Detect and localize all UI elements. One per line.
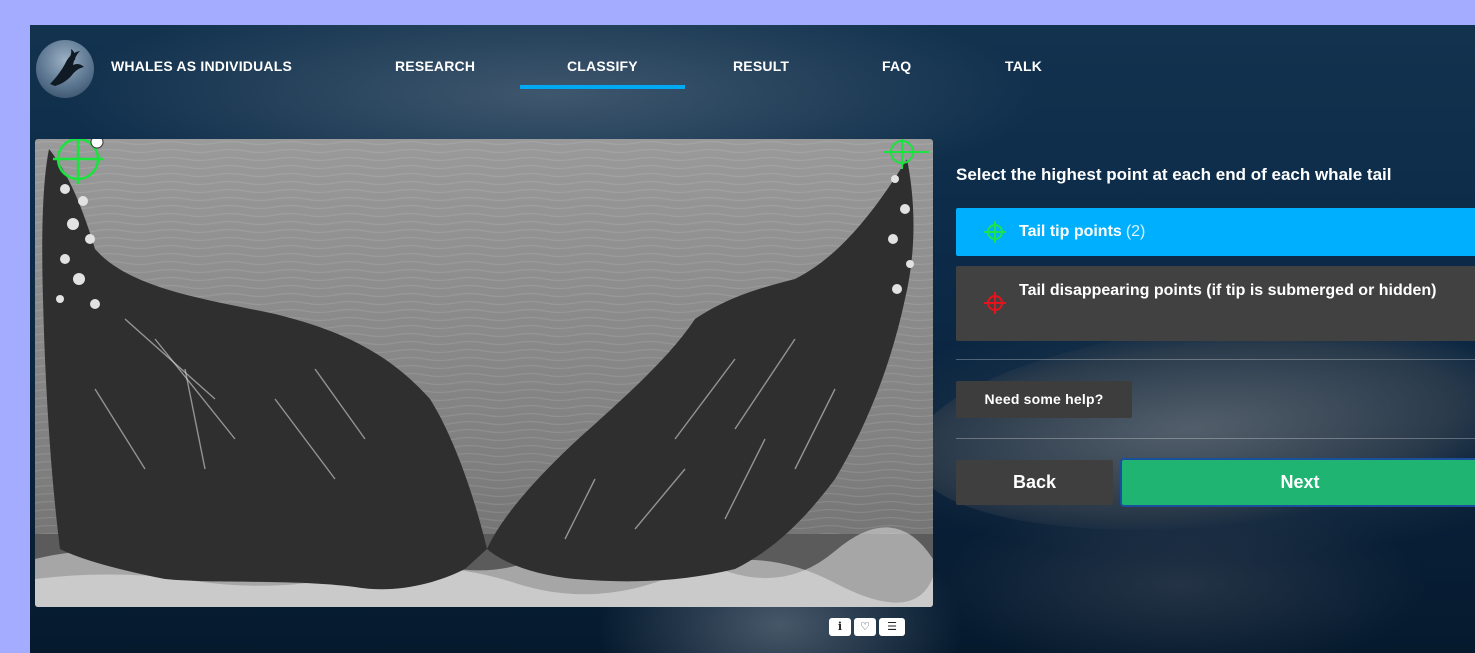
heart-icon[interactable]: ♡ — [854, 618, 876, 636]
next-button[interactable]: Next — [1120, 458, 1475, 507]
option-label: Tail tip points (2) — [1019, 223, 1146, 240]
nav-talk[interactable]: TALK — [1005, 58, 1042, 74]
divider — [956, 438, 1475, 439]
nav-classify[interactable]: CLASSIFY — [520, 58, 685, 89]
nav-result[interactable]: RESULT — [733, 58, 789, 74]
nav-faq[interactable]: FAQ — [882, 58, 911, 74]
whale-tail-photo[interactable] — [35, 139, 933, 607]
subject-toolbar: i ♡ ☰ — [829, 618, 905, 638]
need-help-button[interactable]: Need some help? — [956, 381, 1132, 418]
back-button[interactable]: Back — [956, 460, 1113, 505]
list-icon[interactable]: ☰ — [879, 618, 905, 636]
divider — [956, 359, 1475, 360]
marker-delete-icon[interactable] — [90, 139, 104, 149]
nav-whales-as-individuals[interactable]: WHALES AS INDIVIDUALS — [111, 58, 292, 74]
whale-logo-icon[interactable] — [36, 40, 94, 98]
green-crosshair-icon — [984, 221, 1006, 243]
info-icon[interactable]: i — [829, 618, 851, 636]
option-tail-disappearing-points[interactable]: Tail disappearing points (if tip is subm… — [956, 266, 1475, 341]
subject-image[interactable] — [35, 139, 933, 607]
option-label: Tail disappearing points (if tip is subm… — [1019, 282, 1437, 299]
top-nav: WHALES AS INDIVIDUALS RESEARCH CLASSIFY … — [30, 25, 1475, 98]
nav-research[interactable]: RESEARCH — [395, 58, 475, 74]
option-tail-tip-points[interactable]: Tail tip points (2) — [956, 208, 1475, 256]
classify-page: WHALES AS INDIVIDUALS RESEARCH CLASSIFY … — [30, 25, 1475, 653]
task-instruction: Select the highest point at each end of … — [956, 165, 1392, 184]
background-shadow — [930, 495, 1430, 653]
option-count: (2) — [1125, 223, 1146, 240]
red-crosshair-icon — [984, 292, 1006, 314]
